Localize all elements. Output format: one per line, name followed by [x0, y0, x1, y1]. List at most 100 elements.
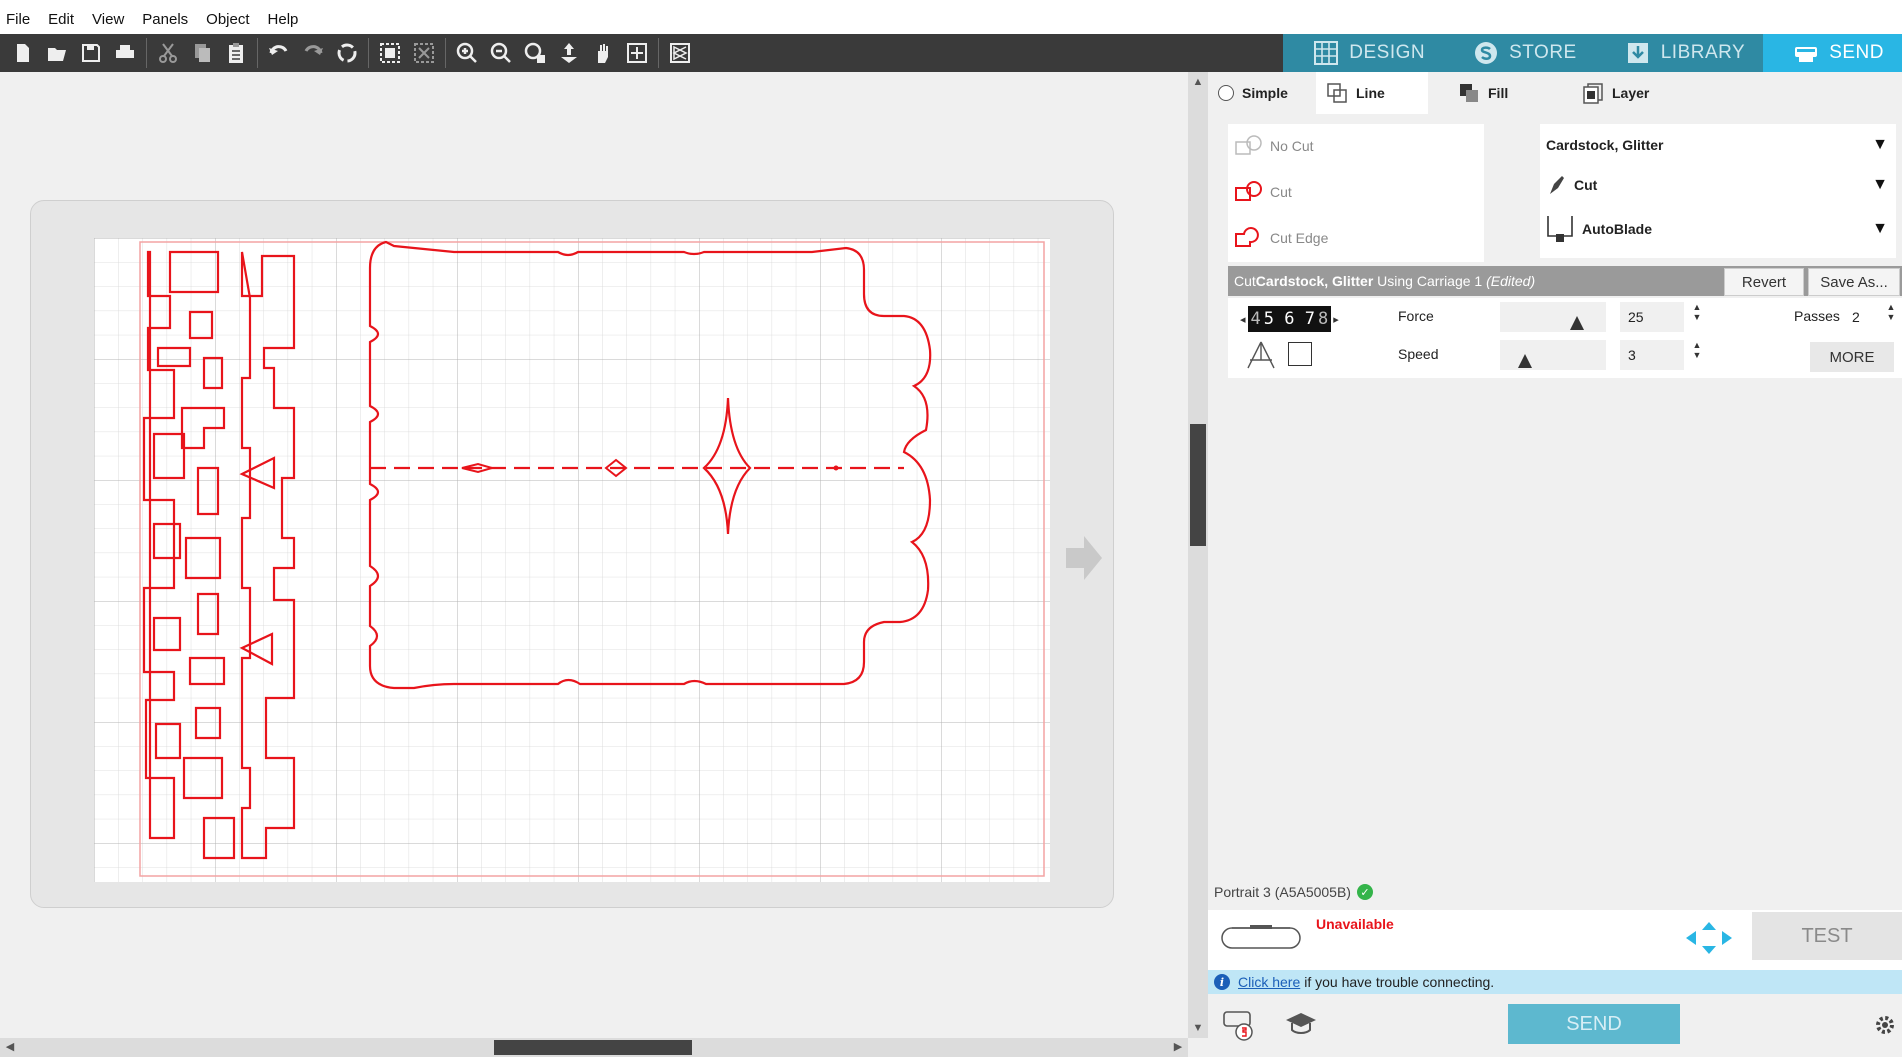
device-status: Unavailable	[1316, 916, 1394, 932]
action-select[interactable]: Cut ▼	[1546, 170, 1888, 200]
tab-layer[interactable]: Layer	[1546, 72, 1666, 114]
blade-holder-icon[interactable]	[1288, 342, 1312, 366]
speed-slider-knob[interactable]	[1518, 354, 1532, 368]
zoom-fit-icon[interactable]	[620, 36, 654, 70]
option-no-cut[interactable]: No Cut	[1234, 134, 1314, 158]
copy-icon[interactable]	[185, 36, 219, 70]
cut-bar-material: Cardstock, Glitter	[1255, 273, 1374, 289]
tab-fill[interactable]: Fill	[1428, 72, 1546, 114]
redo-icon[interactable]	[296, 36, 330, 70]
horizontal-scroll-thumb[interactable]	[494, 1040, 692, 1055]
tab-design-label: DESIGN	[1349, 42, 1426, 63]
revert-button[interactable]: Revert	[1724, 268, 1804, 296]
speed-spinner-icon[interactable]: ▲ ▼	[1692, 340, 1702, 360]
send-panel: Simple Line Fill Layer No Cut Cut Cut Ed…	[1208, 72, 1902, 1057]
toolbar-divider	[445, 38, 446, 68]
horizontal-scrollbar[interactable]: ◀ ▶	[0, 1038, 1188, 1057]
menu-help[interactable]: Help	[268, 11, 299, 28]
no-cut-icon	[1235, 135, 1262, 155]
cutting-mat[interactable]	[94, 238, 1050, 882]
speed-value[interactable]: 3	[1620, 340, 1684, 370]
paste-icon[interactable]	[219, 36, 253, 70]
test-button[interactable]: TEST	[1752, 912, 1902, 960]
redraw-icon[interactable]	[330, 36, 364, 70]
passes-spinner-icon[interactable]: ▲ ▼	[1886, 302, 1896, 322]
tab-store[interactable]: STORE	[1443, 34, 1595, 72]
menu-edit[interactable]: Edit	[48, 11, 74, 28]
mat-design[interactable]	[94, 238, 1050, 882]
scroll-right-icon[interactable]: ▶	[1168, 1038, 1188, 1057]
save-icon[interactable]	[74, 36, 108, 70]
cut-edge-icon	[1235, 227, 1259, 247]
zoom-out-icon[interactable]	[484, 36, 518, 70]
undo-icon[interactable]	[262, 36, 296, 70]
blade-depth-digits: 4 5 6 7 8	[1247, 306, 1332, 332]
menu-object[interactable]: Object	[206, 11, 249, 28]
check-icon: ✓	[1356, 884, 1373, 900]
speed-label: Speed	[1398, 346, 1439, 362]
blade-depth-counter[interactable]: ◂ 4 5 6 7 8 ▸	[1240, 306, 1339, 332]
graduation-cap-icon[interactable]	[1284, 1010, 1318, 1038]
scroll-down-icon[interactable]: ▼	[1188, 1018, 1208, 1038]
tab-simple[interactable]: Simple	[1208, 72, 1316, 114]
nav-tabs: DESIGN STORE LIBRARY SEND	[1283, 34, 1902, 72]
zoom-box-icon[interactable]	[518, 36, 552, 70]
trace-icon[interactable]	[663, 36, 697, 70]
material-value: Cardstock, Glitter	[1546, 137, 1664, 153]
select-all-icon[interactable]	[373, 36, 407, 70]
digit-next: 8	[1317, 309, 1329, 329]
store-s-icon	[1475, 42, 1498, 64]
option-cut-edge[interactable]: Cut Edge	[1234, 226, 1328, 250]
new-file-icon[interactable]	[6, 36, 40, 70]
tab-design[interactable]: DESIGN	[1283, 34, 1444, 72]
fit-to-page-icon[interactable]	[552, 36, 586, 70]
cut-style-options: No Cut Cut Cut Edge	[1228, 124, 1484, 262]
chevron-down-icon: ▼	[1872, 220, 1888, 237]
fill-icon	[1460, 84, 1478, 102]
save-as-button[interactable]: Save As...	[1808, 268, 1900, 296]
tab-library[interactable]: LIBRARY	[1594, 34, 1764, 72]
force-slider-knob[interactable]	[1570, 316, 1584, 330]
force-value[interactable]: 25	[1620, 302, 1684, 332]
arrow-left-icon[interactable]: ◂	[1240, 313, 1246, 326]
zoom-in-icon[interactable]	[450, 36, 484, 70]
option-cut[interactable]: Cut	[1234, 180, 1292, 204]
move-arrows-icon[interactable]	[1684, 920, 1734, 956]
print-icon[interactable]	[108, 36, 142, 70]
force-spinner-icon[interactable]: ▲ ▼	[1692, 302, 1702, 322]
vertical-scrollbar[interactable]: ▲ ▼	[1188, 72, 1208, 1038]
cut-label: Cut	[1270, 184, 1292, 200]
tab-line[interactable]: Line	[1316, 72, 1428, 114]
scroll-up-icon[interactable]: ▲	[1188, 72, 1208, 92]
cut-icon[interactable]	[151, 36, 185, 70]
cut-bar-middle: Using Carriage 1	[1373, 273, 1487, 289]
pan-icon[interactable]	[586, 36, 620, 70]
material-select[interactable]: Cardstock, Glitter ▼	[1546, 130, 1888, 160]
cut-shape-icon	[1235, 181, 1262, 201]
connection-info-bar: i Click here if you have trouble connect…	[1208, 970, 1902, 994]
scroll-left-icon[interactable]: ◀	[0, 1038, 20, 1057]
more-button[interactable]: MORE	[1810, 342, 1894, 372]
force-slider[interactable]	[1500, 302, 1606, 332]
canvas-area[interactable]	[0, 72, 1188, 1038]
passes-value[interactable]: 2	[1844, 302, 1880, 332]
device-info: Portrait 3 (A5A5005B) ✓	[1214, 884, 1373, 900]
deselect-icon[interactable]	[407, 36, 441, 70]
menu-panels[interactable]: Panels	[142, 11, 188, 28]
mat-forward-arrow-icon[interactable]	[1064, 534, 1104, 582]
tool-select[interactable]: AutoBlade ▼	[1546, 214, 1888, 244]
send-button[interactable]: SEND	[1508, 1004, 1680, 1044]
machine-queue-icon[interactable]	[1222, 1008, 1258, 1042]
vertical-scroll-thumb[interactable]	[1190, 424, 1206, 546]
speed-slider[interactable]	[1500, 340, 1606, 370]
menu-view[interactable]: View	[92, 11, 124, 28]
action-value: Cut	[1574, 177, 1598, 193]
click-here-link[interactable]: Click here	[1238, 974, 1300, 990]
open-folder-icon[interactable]	[40, 36, 74, 70]
menu-file[interactable]: File	[6, 11, 30, 28]
cutter-device-icon	[1221, 925, 1301, 949]
arrow-right-icon[interactable]: ▸	[1333, 313, 1339, 326]
gear-icon[interactable]	[1874, 1014, 1896, 1036]
library-icon	[1627, 43, 1648, 63]
tab-send[interactable]: SEND	[1763, 34, 1902, 72]
